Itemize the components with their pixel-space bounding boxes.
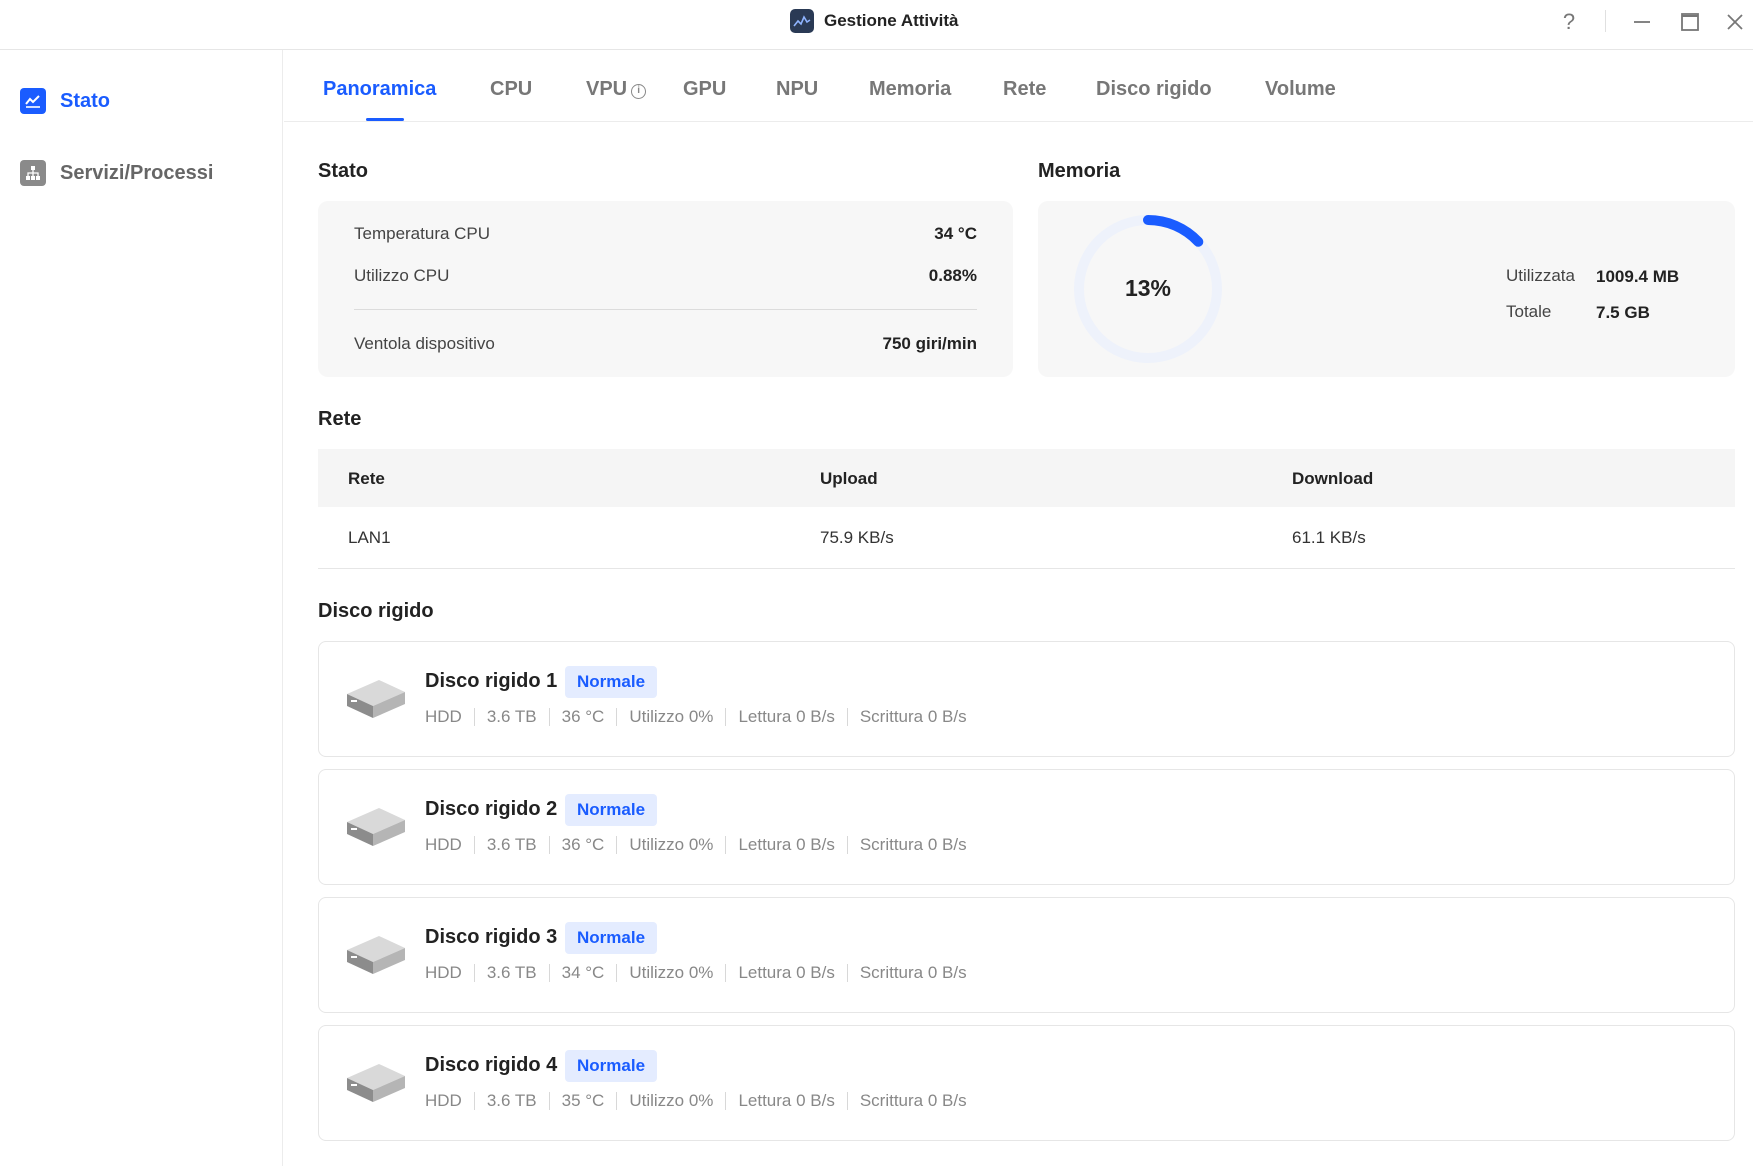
cpu-temp-value: 34 °C: [934, 224, 977, 243]
hard-drive-icon: [347, 680, 405, 718]
disk-usage: Utilizzo 0%: [616, 964, 725, 982]
disk-read: Lettura 0 B/s: [725, 836, 846, 854]
disk-type: HDD: [425, 1091, 462, 1110]
memory-total-value: 7.5 GB: [1596, 303, 1650, 322]
title-bar: Gestione Attività ?: [0, 0, 1753, 50]
close-button[interactable]: [1719, 6, 1751, 38]
memory-percent: 13%: [1124, 275, 1172, 301]
maximize-button[interactable]: [1674, 6, 1706, 38]
network-name: LAN1: [348, 528, 391, 547]
disk-size: 3.6 TB: [473, 1092, 549, 1110]
minimize-button[interactable]: [1626, 6, 1658, 38]
section-title-stato: Stato: [318, 160, 368, 182]
disk-type: HDD: [425, 835, 462, 854]
active-tab-indicator: [366, 118, 404, 121]
cpu-usage-label: Utilizzo CPU: [354, 266, 450, 285]
tab-cpu[interactable]: CPU: [490, 78, 532, 101]
cpu-temp-label: Temperatura CPU: [354, 224, 491, 243]
disk-temperature: 35 °C: [548, 1092, 617, 1110]
fan-label: Ventola dispositivo: [354, 334, 495, 353]
memory-used-label: Utilizzata: [1506, 266, 1575, 285]
disk-name: Disco rigido 4: [425, 1054, 558, 1076]
info-icon[interactable]: i: [631, 84, 647, 99]
disk-stats: HDD 3.6 TB 34 °C Utilizzo 0% Lettura 0 B…: [425, 964, 979, 982]
table-row: LAN1 75.9 KB/s 61.1 KB/s: [318, 507, 1735, 569]
disk-stats: HDD 3.6 TB 36 °C Utilizzo 0% Lettura 0 B…: [425, 708, 979, 726]
disk-size: 3.6 TB: [473, 964, 549, 982]
sidebar: Stato Servizi/Processi: [0, 50, 283, 1166]
status-divider: [354, 309, 977, 310]
disk-write: Scrittura 0 B/s: [846, 964, 979, 982]
disk-card[interactable]: Disco rigido 3 Normale HDD 3.6 TB 34 °C …: [318, 897, 1735, 1013]
help-icon[interactable]: ?: [1553, 6, 1585, 38]
disk-type: HDD: [425, 963, 462, 982]
window-title: Gestione Attività: [824, 11, 959, 30]
status-badge: Normale: [565, 922, 658, 954]
disk-read: Lettura 0 B/s: [725, 964, 846, 982]
disk-usage: Utilizzo 0%: [616, 1092, 725, 1110]
disk-read: Lettura 0 B/s: [725, 708, 846, 726]
memory-total-label: Totale: [1506, 302, 1552, 321]
section-title-disco-rigido: Disco rigido: [318, 600, 434, 622]
status-badge: Normale: [565, 1050, 658, 1082]
hard-drive-icon: [347, 936, 405, 974]
disk-write: Scrittura 0 B/s: [846, 1092, 979, 1110]
memory-used-value: 1009.4 MB: [1596, 267, 1680, 286]
status-badge: Normale: [565, 794, 658, 826]
tab-volume[interactable]: Volume: [1265, 78, 1336, 101]
column-header-download: Download: [1292, 469, 1374, 488]
tab-memoria[interactable]: Memoria: [869, 78, 951, 101]
app-title: Gestione Attività: [790, 8, 958, 34]
tab-label: VPU: [586, 78, 628, 100]
disk-usage: Utilizzo 0%: [616, 708, 725, 726]
disk-temperature: 34 °C: [548, 964, 617, 982]
disk-name: Disco rigido 2: [425, 798, 558, 820]
disk-temperature: 36 °C: [548, 708, 617, 726]
column-header-upload: Upload: [820, 469, 878, 488]
titlebar-divider: [1605, 10, 1606, 32]
disk-name: Disco rigido 1: [425, 670, 558, 692]
network-table-header: Rete Upload Download: [318, 449, 1735, 507]
disk-usage: Utilizzo 0%: [616, 836, 725, 854]
disk-temperature: 36 °C: [548, 836, 617, 854]
hard-drive-icon: [347, 808, 405, 846]
disk-name: Disco rigido 3: [425, 926, 558, 948]
chart-line-icon: [20, 88, 46, 114]
tab-disco-rigido[interactable]: Disco rigido: [1096, 78, 1212, 101]
tab-panoramica[interactable]: Panoramica: [323, 78, 436, 101]
status-card: Temperatura CPU 34 °C Utilizzo CPU 0.88%…: [318, 201, 1013, 377]
tab-vpu[interactable]: VPU i: [586, 78, 647, 101]
status-badge: Normale: [565, 666, 658, 698]
hard-drive-icon: [347, 1064, 405, 1102]
hierarchy-icon: [20, 160, 46, 186]
disk-write: Scrittura 0 B/s: [846, 836, 979, 854]
sidebar-item-stato[interactable]: Stato: [20, 83, 110, 119]
section-title-rete: Rete: [318, 408, 362, 430]
disk-size: 3.6 TB: [473, 836, 549, 854]
tab-gpu[interactable]: GPU: [683, 78, 726, 101]
cpu-usage-value: 0.88%: [928, 266, 977, 285]
fan-value: 750 giri/min: [882, 334, 977, 353]
disk-card[interactable]: Disco rigido 4 Normale HDD 3.6 TB 35 °C …: [318, 1025, 1735, 1141]
disk-read: Lettura 0 B/s: [725, 1092, 846, 1110]
disk-type: HDD: [425, 707, 462, 726]
disk-stats: HDD 3.6 TB 36 °C Utilizzo 0% Lettura 0 B…: [425, 836, 979, 854]
disk-card[interactable]: Disco rigido 2 Normale HDD 3.6 TB 36 °C …: [318, 769, 1735, 885]
disk-size: 3.6 TB: [473, 708, 549, 726]
app-logo-icon: [790, 9, 814, 33]
column-header-rete: Rete: [348, 469, 385, 488]
sidebar-item-label: Stato: [60, 89, 110, 112]
disk-stats: HDD 3.6 TB 35 °C Utilizzo 0% Lettura 0 B…: [425, 1092, 979, 1110]
section-title-memoria: Memoria: [1038, 160, 1121, 182]
network-upload: 75.9 KB/s: [820, 528, 894, 547]
tab-bar: Panoramica CPU VPU i GPU NPU Memoria Rete…: [284, 50, 1753, 122]
tab-npu[interactable]: NPU: [776, 78, 818, 101]
tab-rete[interactable]: Rete: [1003, 78, 1046, 101]
disk-card[interactable]: Disco rigido 1 Normale HDD 3.6 TB 36 °C …: [318, 641, 1735, 757]
disk-write: Scrittura 0 B/s: [846, 708, 979, 726]
network-download: 61.1 KB/s: [1292, 528, 1366, 547]
sidebar-item-servizi-processi[interactable]: Servizi/Processi: [20, 155, 213, 191]
sidebar-item-label: Servizi/Processi: [60, 161, 214, 184]
memory-card: 13% Utilizzata 1009.4 MB Totale 7.5 GB: [1038, 201, 1735, 377]
